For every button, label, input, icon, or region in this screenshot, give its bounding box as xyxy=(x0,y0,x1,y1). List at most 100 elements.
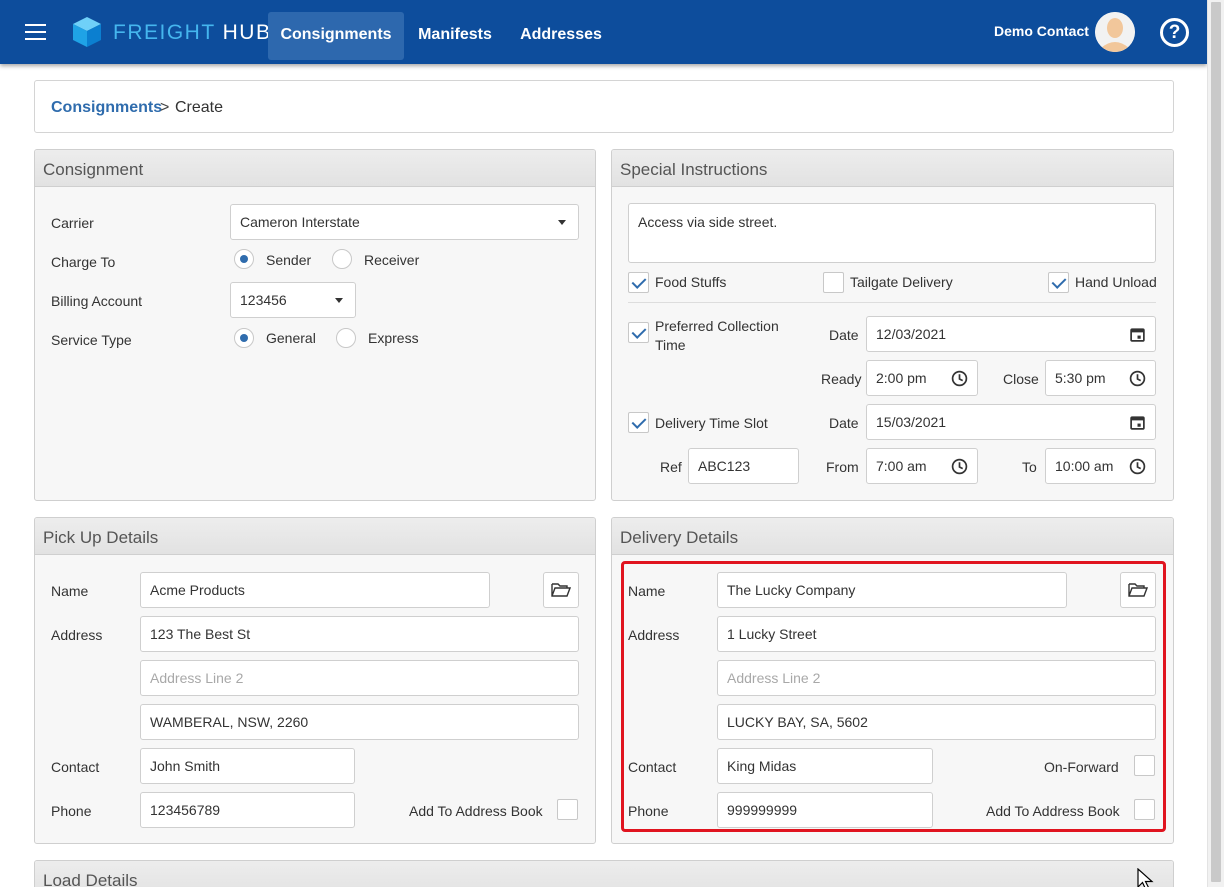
delivery-date-input[interactable]: 15/03/2021 xyxy=(866,404,1156,440)
tailgate-delivery-label[interactable]: Tailgate Delivery xyxy=(850,274,953,290)
delivery-phone-label: Phone xyxy=(628,803,669,819)
breadcrumb-current: Create xyxy=(175,99,224,116)
service-express-label[interactable]: Express xyxy=(368,330,419,346)
ready-time-value: 2:00 pm xyxy=(876,370,927,386)
pickup-suburb-input[interactable]: WAMBERAL, NSW, 2260 xyxy=(140,704,579,740)
charge-to-receiver-radio[interactable] xyxy=(332,249,352,269)
user-name[interactable]: Demo Contact xyxy=(994,23,1089,39)
service-express-radio[interactable] xyxy=(336,328,356,348)
hand-unload-label[interactable]: Hand Unload xyxy=(1075,274,1157,290)
help-icon[interactable]: ? xyxy=(1160,18,1189,47)
nav-tab-manifests[interactable]: Manifests xyxy=(412,12,498,60)
delivery-details-title: Delivery Details xyxy=(612,518,1173,555)
nav-tab-consignments[interactable]: Consignments xyxy=(268,12,404,60)
breadcrumb: Consignments > Create xyxy=(34,80,1174,133)
ready-time-input[interactable]: 2:00 pm xyxy=(866,360,978,396)
breadcrumb-separator: > xyxy=(160,99,170,116)
delivery-address-label: Address xyxy=(628,627,680,643)
menu-icon[interactable] xyxy=(25,24,46,40)
pickup-address-label: Address xyxy=(51,627,103,643)
hand-unload-checkbox[interactable] xyxy=(1048,272,1069,293)
chevron-down-icon xyxy=(558,220,566,225)
avatar[interactable] xyxy=(1095,12,1135,52)
scrollbar-thumb[interactable] xyxy=(1211,2,1221,882)
clock-icon[interactable] xyxy=(1129,370,1146,387)
delivery-date-label: Date xyxy=(829,415,859,431)
consignment-panel: Consignment Carrier Cameron Interstate C… xyxy=(34,149,596,501)
pickup-address-line1-input[interactable]: 123 The Best St xyxy=(140,616,579,652)
instructions-textarea[interactable]: Access via side street. xyxy=(628,203,1156,263)
collection-date-input[interactable]: 12/03/2021 xyxy=(866,316,1156,352)
pickup-name-label: Name xyxy=(51,583,89,599)
delivery-slot-checkbox[interactable] xyxy=(628,412,649,433)
service-general-label[interactable]: General xyxy=(266,330,316,346)
ref-input[interactable]: ABC123 xyxy=(688,448,799,484)
carrier-select[interactable]: Cameron Interstate xyxy=(230,204,579,240)
page-scrollbar[interactable] xyxy=(1207,0,1224,887)
pickup-contact-label: Contact xyxy=(51,759,100,775)
from-time-input[interactable]: 7:00 am xyxy=(866,448,978,484)
pickup-phone-label: Phone xyxy=(51,803,92,819)
food-stuffs-label[interactable]: Food Stuffs xyxy=(655,274,726,290)
pickup-add-to-book-label[interactable]: Add To Address Book xyxy=(409,803,543,819)
tailgate-delivery-checkbox[interactable] xyxy=(823,272,844,293)
on-forward-checkbox[interactable] xyxy=(1134,755,1155,776)
delivery-name-input[interactable]: The Lucky Company xyxy=(717,572,1067,608)
billing-account-value: 123456 xyxy=(240,292,287,308)
charge-to-receiver-label[interactable]: Receiver xyxy=(364,252,419,268)
delivery-address-line1-input[interactable]: 1 Lucky Street xyxy=(717,616,1156,652)
chevron-down-icon xyxy=(335,298,343,303)
billing-account-select[interactable]: 123456 xyxy=(230,282,356,318)
nav-tab-addresses[interactable]: Addresses xyxy=(514,12,608,60)
pickup-name-input[interactable]: Acme Products xyxy=(140,572,490,608)
clock-icon[interactable] xyxy=(951,458,968,475)
brand-text-hub: HUB xyxy=(222,21,272,44)
load-details-panel: Load Details xyxy=(34,860,1174,887)
delivery-add-to-book-checkbox[interactable] xyxy=(1134,799,1155,820)
preferred-collection-checkbox[interactable] xyxy=(628,322,649,343)
clock-icon[interactable] xyxy=(1129,458,1146,475)
delivery-slot-label[interactable]: Delivery Time Slot xyxy=(655,415,768,431)
pickup-address-book-button[interactable] xyxy=(543,572,579,608)
on-forward-label[interactable]: On-Forward xyxy=(1044,759,1119,775)
charge-to-sender-label[interactable]: Sender xyxy=(266,252,311,268)
breadcrumb-link-consignments[interactable]: Consignments xyxy=(51,99,162,117)
top-navbar: FREIGHT HUB Consignments Manifests Addre… xyxy=(0,0,1207,64)
pickup-add-to-book-checkbox[interactable] xyxy=(557,799,578,820)
food-stuffs-checkbox[interactable] xyxy=(628,272,649,293)
carrier-value: Cameron Interstate xyxy=(240,214,360,230)
billing-account-label: Billing Account xyxy=(51,293,143,309)
delivery-address-book-button[interactable] xyxy=(1120,572,1156,608)
delivery-suburb-input[interactable]: LUCKY BAY, SA, 5602 xyxy=(717,704,1156,740)
brand-text-freight: FREIGHT xyxy=(113,21,216,44)
preferred-collection-label[interactable]: Preferred Collection Time xyxy=(655,317,795,355)
delivery-contact-input[interactable]: King Midas xyxy=(717,748,933,784)
to-time-input[interactable]: 10:00 am xyxy=(1045,448,1156,484)
delivery-name-label: Name xyxy=(628,583,666,599)
pickup-details-panel: Pick Up Details Name Acme Products Addre… xyxy=(34,517,596,844)
delivery-date-value: 15/03/2021 xyxy=(876,414,947,430)
close-label: Close xyxy=(1003,371,1039,387)
folder-open-icon xyxy=(1128,583,1148,597)
delivery-phone-input[interactable]: 999999999 xyxy=(717,792,933,828)
ref-label: Ref xyxy=(660,459,682,475)
to-time-value: 10:00 am xyxy=(1055,458,1114,474)
pickup-address-line2-input[interactable]: Address Line 2 xyxy=(140,660,579,696)
special-instructions-panel: Special Instructions Access via side str… xyxy=(611,149,1174,501)
service-type-label: Service Type xyxy=(51,332,132,348)
delivery-add-to-book-label[interactable]: Add To Address Book xyxy=(986,803,1120,819)
collection-date-value: 12/03/2021 xyxy=(876,326,947,342)
load-details-title: Load Details xyxy=(35,861,1173,887)
pickup-contact-input[interactable]: John Smith xyxy=(140,748,355,784)
service-general-radio[interactable] xyxy=(234,328,254,348)
calendar-icon[interactable] xyxy=(1129,326,1146,343)
calendar-icon[interactable] xyxy=(1129,414,1146,431)
mouse-cursor-icon xyxy=(1137,868,1154,887)
charge-to-label: Charge To xyxy=(51,254,116,270)
delivery-address-line2-input[interactable]: Address Line 2 xyxy=(717,660,1156,696)
pickup-phone-input[interactable]: 123456789 xyxy=(140,792,355,828)
clock-icon[interactable] xyxy=(951,370,968,387)
brand-logo: FREIGHT HUB xyxy=(113,21,271,45)
close-time-input[interactable]: 5:30 pm xyxy=(1045,360,1156,396)
charge-to-sender-radio[interactable] xyxy=(234,249,254,269)
